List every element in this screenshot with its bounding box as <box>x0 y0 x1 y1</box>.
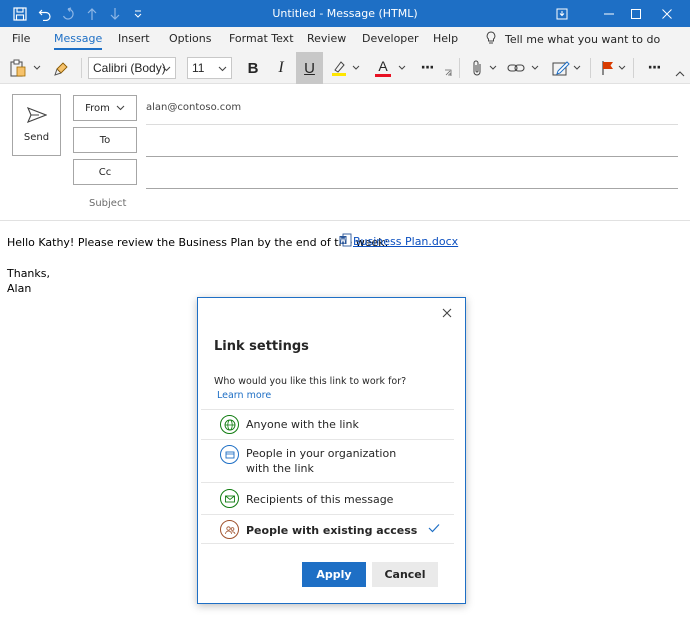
title-bar: Untitled - Message (HTML) <box>0 0 690 27</box>
highlight-dropdown-icon[interactable] <box>351 54 361 82</box>
ribbon-separator <box>633 58 634 78</box>
option-anyone[interactable]: Anyone with the link <box>201 409 454 439</box>
body-line-2: Thanks, <box>7 267 51 280</box>
ribbon-separator <box>459 58 460 78</box>
option-organization-line1: People in your organization <box>246 447 397 460</box>
tab-format-text[interactable]: Format Text <box>229 27 294 52</box>
font-color-button[interactable]: A <box>370 54 396 82</box>
send-button[interactable]: Send <box>12 94 61 156</box>
highlight-icon[interactable] <box>326 54 352 82</box>
option-organization-line2: with the link <box>246 462 314 475</box>
dialog-question: Who would you like this link to work for… <box>214 376 407 387</box>
send-icon <box>26 107 48 126</box>
save-icon[interactable] <box>8 0 32 27</box>
from-underline <box>146 124 678 125</box>
option-organization[interactable]: People in your organization with the lin… <box>201 439 454 482</box>
flag-dropdown-icon[interactable] <box>617 54 627 82</box>
tab-help[interactable]: Help <box>433 27 458 52</box>
cc-field[interactable] <box>146 188 678 189</box>
subject-label: Subject <box>89 198 127 209</box>
body-line-3: Alan <box>7 282 32 295</box>
from-address: alan@contoso.com <box>146 102 242 113</box>
font-color-letter: A <box>378 58 388 74</box>
bold-button[interactable]: B <box>240 54 266 82</box>
signature-icon[interactable] <box>550 54 572 82</box>
cancel-button[interactable]: Cancel <box>372 562 438 587</box>
tab-insert[interactable]: Insert <box>118 27 150 52</box>
format-painter-icon[interactable] <box>50 54 74 82</box>
tell-me-text: Tell me what you want to do <box>505 33 661 46</box>
attach-dropdown-icon[interactable] <box>488 54 498 82</box>
to-label: To <box>99 134 111 146</box>
chevron-down-icon <box>218 62 227 76</box>
italic-button[interactable]: I <box>268 54 294 82</box>
chevron-down-icon <box>116 103 125 114</box>
font-size-box[interactable]: 11 <box>187 57 232 79</box>
option-existing-access[interactable]: People with existing access <box>201 514 454 544</box>
option-recipients[interactable]: Recipients of this message <box>201 482 454 514</box>
font-color-swatch <box>375 74 391 77</box>
attachment-link[interactable]: Business Plan.docx <box>339 233 458 250</box>
checkmark-icon <box>428 523 440 536</box>
globe-icon <box>220 415 239 434</box>
ribbon-toolbar: Calibri (Body) 11 B I U A ··· ··· <box>0 52 690 84</box>
collapse-ribbon-icon[interactable] <box>672 66 688 82</box>
ribbon-separator <box>81 58 82 78</box>
send-label: Send <box>23 132 50 143</box>
chevron-down-icon <box>162 62 171 76</box>
arrow-down-icon[interactable] <box>103 0 127 27</box>
tab-options[interactable]: Options <box>169 27 211 52</box>
people-icon <box>220 520 239 539</box>
follow-up-flag-icon[interactable] <box>598 54 618 82</box>
header-divider <box>0 220 690 221</box>
word-document-icon <box>339 233 352 250</box>
building-icon <box>220 445 239 464</box>
mail-icon <box>220 489 239 508</box>
tab-file[interactable]: File <box>12 27 30 52</box>
font-color-dropdown-icon[interactable] <box>397 54 407 82</box>
link-settings-dialog: Link settings Who would you like this li… <box>197 297 466 604</box>
body-line-1: Hello Kathy! Please review the Business … <box>7 236 389 249</box>
from-label: From <box>85 102 110 114</box>
option-anyone-label: Anyone with the link <box>246 418 359 431</box>
to-field[interactable] <box>146 156 678 157</box>
to-button[interactable]: To <box>73 127 137 153</box>
ribbon-display-options-icon[interactable] <box>539 0 585 27</box>
more-commands-button[interactable]: ··· <box>641 54 667 82</box>
font-size-value: 11 <box>192 61 205 75</box>
paste-dropdown-icon[interactable] <box>31 54 43 82</box>
tab-developer[interactable]: Developer <box>362 27 419 52</box>
learn-more-link[interactable]: Learn more <box>217 390 271 401</box>
redo-icon[interactable] <box>56 0 80 27</box>
undo-icon[interactable] <box>33 0 57 27</box>
underline-button[interactable]: U <box>296 52 323 84</box>
font-name-value: Calibri (Body) <box>93 61 166 75</box>
arrow-up-icon[interactable] <box>80 0 104 27</box>
font-name-box[interactable]: Calibri (Body) <box>88 57 176 79</box>
link-icon[interactable] <box>505 54 527 82</box>
attachment-name[interactable]: Business Plan.docx <box>353 235 458 248</box>
tab-message[interactable]: Message <box>54 27 103 52</box>
ribbon-separator <box>590 58 591 78</box>
lightbulb-icon <box>485 31 497 48</box>
signature-dropdown-icon[interactable] <box>572 54 582 82</box>
cc-label: Cc <box>98 166 112 178</box>
dialog-title: Link settings <box>214 339 309 354</box>
attach-file-icon[interactable] <box>466 54 488 82</box>
option-existing-access-label: People with existing access <box>246 524 418 537</box>
tell-me-search[interactable]: Tell me what you want to do <box>485 27 660 52</box>
cc-button[interactable]: Cc <box>73 159 137 185</box>
link-dropdown-icon[interactable] <box>530 54 540 82</box>
tab-review[interactable]: Review <box>307 27 346 52</box>
from-button[interactable]: From <box>73 95 137 121</box>
more-formatting-button[interactable]: ··· <box>414 54 440 82</box>
option-recipients-label: Recipients of this message <box>246 493 394 506</box>
dialog-launcher-icon[interactable] <box>442 66 454 80</box>
option-organization-label: People in your organization with the lin… <box>246 446 396 476</box>
customize-qat-icon[interactable] <box>126 0 150 27</box>
apply-button[interactable]: Apply <box>302 562 366 587</box>
close-icon[interactable] <box>439 305 455 321</box>
close-window-icon[interactable] <box>644 0 690 27</box>
paste-icon[interactable] <box>6 54 30 82</box>
